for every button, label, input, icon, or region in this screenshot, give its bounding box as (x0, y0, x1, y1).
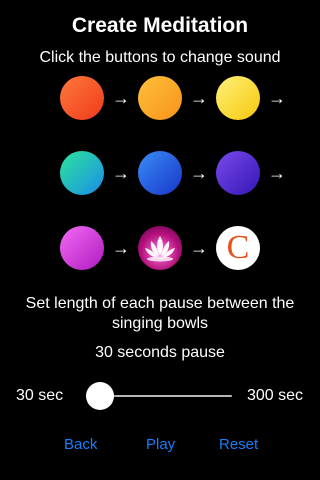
pause-value-label: 30 seconds pause (95, 344, 225, 361)
sound-button-yellow[interactable] (216, 76, 260, 120)
pause-instruction: Set length of each pause between the sin… (25, 295, 295, 332)
reset-button[interactable]: Reset (219, 436, 258, 454)
sound-button-magenta[interactable] (60, 226, 104, 270)
back-button[interactable]: Back (64, 436, 97, 454)
sound-button-amber[interactable] (138, 76, 182, 120)
sound-button-lotus[interactable] (138, 226, 182, 270)
lotus-icon (145, 236, 175, 262)
slider-min-label: 30 sec (16, 387, 64, 404)
slider-max-label: 300 sec (246, 387, 303, 404)
pause-slider[interactable] (86, 381, 232, 411)
arrow-right-icon: → (190, 163, 208, 183)
sound-button-violet[interactable] (216, 151, 260, 195)
sound-button-logo[interactable]: C (216, 226, 260, 270)
slider-thumb[interactable] (86, 382, 114, 410)
instruction-text: Click the buttons to change sound (39, 49, 281, 66)
arrow-right-icon: → (112, 163, 130, 183)
arrow-right-icon: → (268, 88, 286, 108)
sound-row-1: → → → (60, 76, 300, 120)
play-button[interactable]: Play (146, 436, 175, 454)
arrow-right-icon: → (112, 238, 130, 258)
arrow-right-icon: → (268, 163, 286, 183)
sound-button-teal[interactable] (60, 151, 104, 195)
sound-button-orange[interactable] (60, 76, 104, 120)
page-title: Create Meditation (71, 14, 249, 37)
c-logo-icon: C (226, 229, 250, 266)
arrow-right-icon: → (190, 88, 208, 108)
sound-row-3: → → C (60, 226, 300, 270)
sound-row-2: → → → (60, 151, 300, 195)
sound-button-blue[interactable] (138, 151, 182, 195)
arrow-right-icon: → (190, 238, 208, 258)
arrow-right-icon: → (112, 88, 130, 108)
